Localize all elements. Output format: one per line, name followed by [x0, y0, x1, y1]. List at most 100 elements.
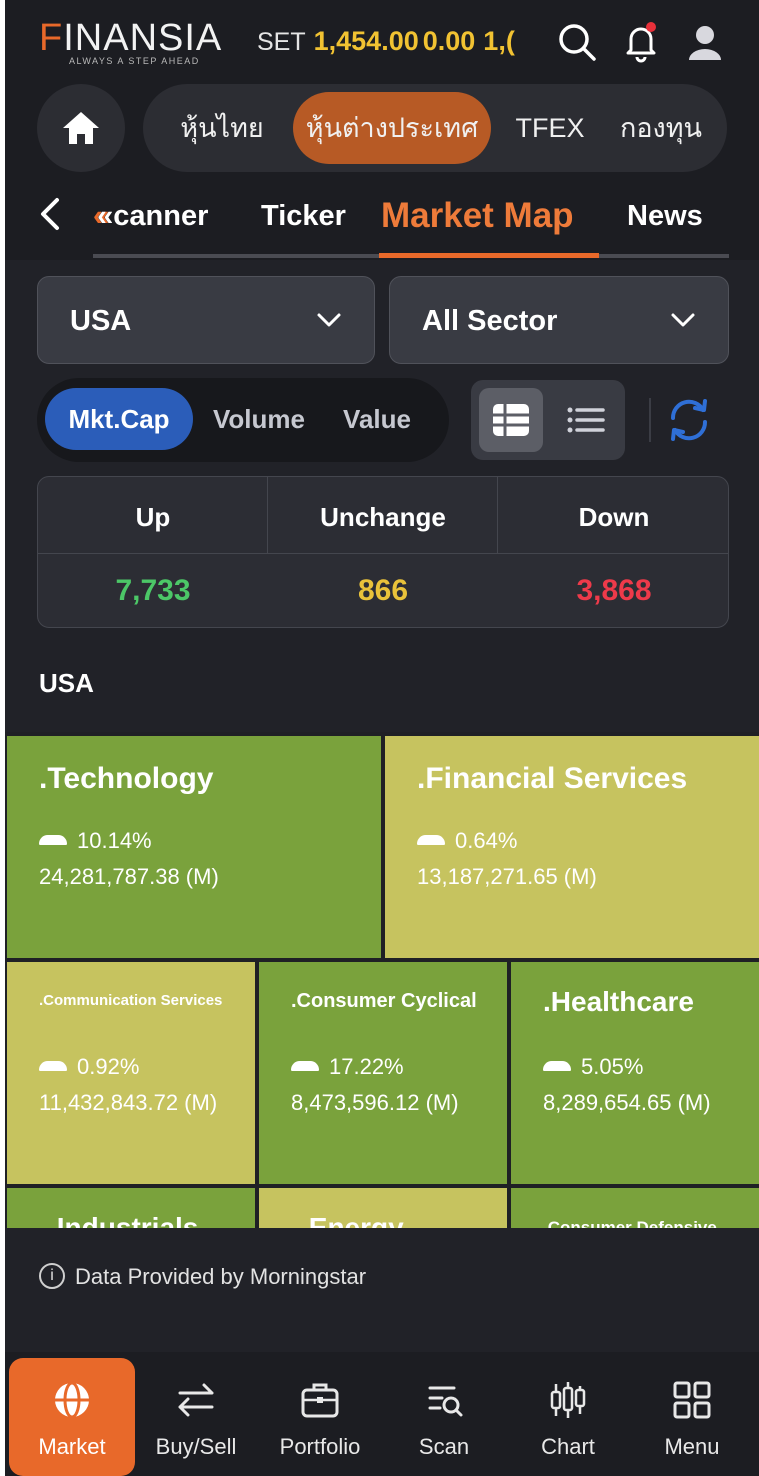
ticker-value: 1,454.00 — [313, 26, 419, 56]
nav-label: Chart — [541, 1434, 595, 1459]
market-treemap: .Technology 10.14% 24,281,787.38 (M) .Fi… — [5, 732, 759, 1228]
globe-icon — [55, 1381, 89, 1419]
briefcase-icon — [301, 1383, 339, 1418]
logo-tagline: ALWAYS A STEP AHEAD — [69, 56, 200, 66]
list-view-button[interactable] — [553, 388, 617, 452]
sector-change: 10.14% — [39, 828, 152, 854]
top-bar: FINANSIA ALWAYS A STEP AHEAD SET 1,454.00… — [5, 0, 759, 80]
sector-market-cap: 11,432,843.72 (M) — [39, 1090, 218, 1115]
sector-name: .Consumer Cyclical — [291, 990, 477, 1012]
sector-change: 5.05% — [543, 1054, 643, 1080]
sector-dropdown[interactable]: All Sector — [389, 276, 729, 364]
nav-market[interactable]: Market — [9, 1358, 135, 1476]
data-provider-note: i Data Provided by Morningstar — [39, 1263, 367, 1291]
treemap-tile[interactable]: .Consumer Defensive — [511, 1188, 759, 1228]
stats-divider — [267, 477, 268, 553]
segment-value[interactable]: Value — [325, 388, 429, 450]
sector-name: .Healthcare — [543, 986, 694, 1017]
tab-ticker[interactable]: Ticker — [261, 200, 346, 233]
nav-portfolio[interactable]: Portfolio — [257, 1358, 383, 1476]
treemap-tile[interactable]: .Communication Services 0.92% 11,432,843… — [7, 962, 255, 1184]
country-dropdown[interactable]: USA — [37, 276, 375, 364]
notification-bell-icon[interactable] — [619, 20, 663, 64]
sector-market-cap: 13,187,271.65 (M) — [417, 864, 597, 889]
up-label: Up — [135, 502, 171, 532]
segment-volume[interactable]: Volume — [201, 388, 317, 450]
sector-selected: All Sector — [422, 305, 558, 337]
market-title: USA — [39, 668, 94, 698]
sector-name: .Communication Services — [39, 992, 223, 1009]
grid-menu-icon — [673, 1381, 711, 1419]
treemap-tile[interactable]: .Healthcare 5.05% 8,289,654.65 (M) — [511, 962, 759, 1184]
country-selected: USA — [70, 305, 132, 337]
up-arrow-icon — [39, 1061, 67, 1072]
tab-market-map[interactable]: Market Map — [381, 196, 574, 236]
info-icon[interactable]: i — [39, 1263, 65, 1290]
sector-market-cap: 24,281,787.38 (M) — [39, 864, 219, 889]
sector-change: 0.64% — [417, 828, 517, 854]
treemap-tile[interactable]: .Consumer Cyclical 17.22% 8,473,596.12 (… — [259, 962, 507, 1184]
category-funds[interactable]: กองทุน — [609, 92, 713, 164]
market-breadth-card: Up Unchange Down 7,733 866 3,868 — [37, 476, 729, 628]
refresh-icon[interactable] — [665, 396, 713, 444]
ticker-change: 0.00 — [422, 26, 476, 56]
table-grid-icon — [493, 404, 529, 436]
up-count: 7,733 — [115, 574, 191, 607]
down-label: Down — [578, 502, 650, 532]
sector-name: .Technology — [39, 762, 214, 795]
tab-news[interactable]: News — [627, 200, 703, 233]
sector-change: 17.22% — [291, 1054, 404, 1080]
up-arrow-icon — [291, 1061, 319, 1072]
nav-buy-sell[interactable]: Buy/Sell — [133, 1358, 259, 1476]
nav-label: Portfolio — [279, 1434, 361, 1459]
category-foreign-stocks[interactable]: หุ้นต่างประเทศ — [293, 92, 491, 164]
nav-label: Market — [38, 1434, 106, 1459]
sector-market-cap: 8,289,654.65 (M) — [543, 1090, 711, 1115]
chevron-down-icon — [671, 313, 695, 327]
sector-name: .Industrials — [49, 1212, 199, 1228]
treemap-tile[interactable]: .Technology 10.14% 24,281,787.38 (M) — [7, 736, 381, 958]
treemap-tile[interactable]: .Industrials — [7, 1188, 255, 1228]
up-arrow-icon — [39, 835, 67, 846]
nav-label: Scan — [418, 1434, 470, 1459]
stats-divider — [497, 477, 498, 553]
chevron-down-icon — [317, 313, 341, 327]
tab-scanner-label: «canner — [97, 200, 209, 232]
tab-scanner[interactable]: ««canner — [93, 200, 208, 233]
treemap-tile[interactable]: .Energy — [259, 1188, 507, 1228]
segment-mkt-cap[interactable]: Mkt.Cap — [45, 388, 193, 450]
unchange-label: Unchange — [320, 502, 446, 532]
nav-label: Menu — [664, 1434, 720, 1459]
treemap-tile[interactable]: .Financial Services 0.64% 13,187,271.65 … — [385, 736, 759, 958]
bottom-navigation: Market Buy/Sell Portfolio Scan Chart Men… — [5, 1352, 759, 1476]
finansia-logo[interactable]: FINANSIA ALWAYS A STEP AHEAD — [39, 18, 222, 66]
toolbar-divider — [649, 398, 651, 442]
logo-text: FINANSIA — [39, 17, 223, 59]
up-arrow-icon — [417, 835, 445, 846]
ticker-extra: 1,( — [483, 26, 515, 56]
sector-name: .Energy — [301, 1212, 404, 1228]
home-icon — [63, 112, 99, 144]
nav-scan[interactable]: Scan — [381, 1358, 507, 1476]
category-tfex[interactable]: TFEX — [505, 92, 595, 164]
provider-text: Data Provided by Morningstar — [75, 1264, 367, 1289]
search-icon[interactable] — [555, 20, 599, 64]
grid-view-button[interactable] — [479, 388, 543, 452]
swap-arrows-icon — [178, 1383, 214, 1417]
nav-chart[interactable]: Chart — [505, 1358, 631, 1476]
sector-name: .Financial Services — [417, 762, 688, 795]
user-profile-icon[interactable] — [683, 20, 727, 64]
subtab-active-underline — [379, 253, 599, 258]
view-toggle — [471, 380, 625, 460]
sector-change: 0.92% — [39, 1054, 139, 1080]
set-index-ticker[interactable]: SET 1,454.00 0.00 1,( — [257, 26, 549, 66]
scan-list-icon — [428, 1386, 463, 1417]
app-screen: FINANSIA ALWAYS A STEP AHEAD SET 1,454.00… — [5, 0, 759, 1476]
back-chevron-icon[interactable] — [35, 194, 65, 244]
category-thai-stocks[interactable]: หุ้นไทย — [163, 92, 281, 164]
ticker-label: SET — [257, 28, 306, 56]
metric-segmented-control: Mkt.Cap Volume Value — [37, 378, 449, 462]
home-button[interactable] — [37, 84, 125, 172]
sector-market-cap: 8,473,596.12 (M) — [291, 1090, 459, 1115]
nav-menu[interactable]: Menu — [629, 1358, 755, 1476]
